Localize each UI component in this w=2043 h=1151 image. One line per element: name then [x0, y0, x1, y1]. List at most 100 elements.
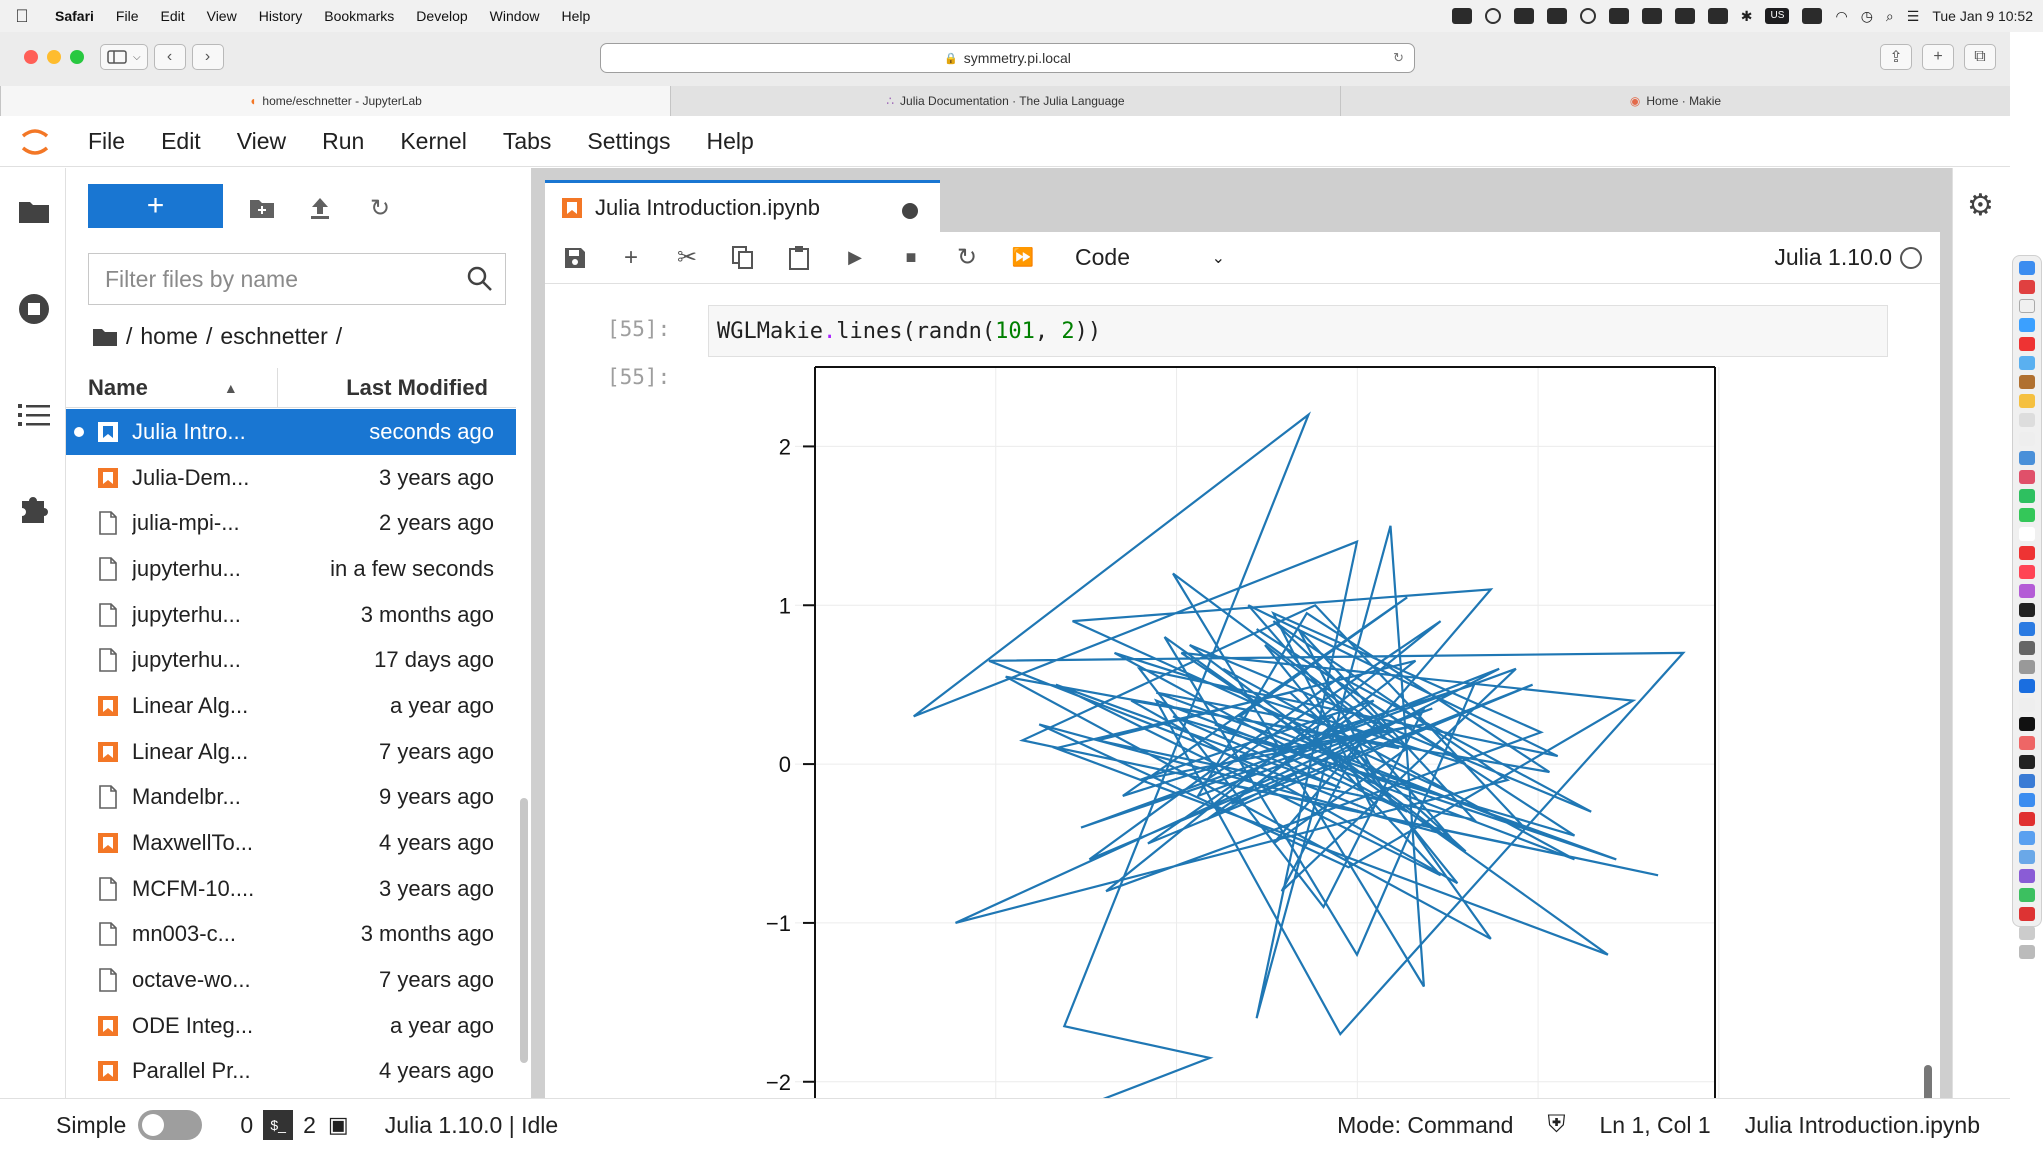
- menu-app-name[interactable]: Safari: [44, 8, 105, 24]
- copy-cell-button[interactable]: [715, 232, 771, 284]
- file-list-scrollbar[interactable]: [520, 798, 528, 1063]
- file-row[interactable]: Linear Alg... a year ago: [66, 683, 516, 729]
- file-row[interactable]: Julia-Dem... 3 years ago: [66, 455, 516, 501]
- column-name-header[interactable]: Name ▲: [66, 368, 278, 407]
- close-window-button[interactable]: [24, 50, 38, 64]
- makie-plot-output[interactable]: 2 1 0 −1 −2: [735, 365, 1735, 1098]
- dock-app-icon[interactable]: [2019, 622, 2035, 636]
- sleep-status-icon[interactable]: [1707, 8, 1728, 24]
- unsaved-indicator-icon[interactable]: [902, 203, 918, 219]
- finder-icon[interactable]: [2019, 261, 2035, 275]
- dock-app-icon[interactable]: [2019, 394, 2035, 408]
- code-cell-editor[interactable]: WGLMakie. lines(randn(101, 2)): [708, 305, 1888, 357]
- upload-button[interactable]: [306, 194, 334, 222]
- notes-status-icon[interactable]: [1546, 8, 1567, 24]
- file-row[interactable]: Parallel Pr... 4 years ago: [66, 1049, 516, 1095]
- breadcrumb-user[interactable]: eschnetter: [220, 323, 327, 350]
- sidebar-toggle-button[interactable]: ⌵: [100, 44, 148, 70]
- dock-app-icon[interactable]: [2019, 299, 2035, 313]
- dock-app-icon[interactable]: [2019, 679, 2035, 693]
- dock-app-icon[interactable]: [2019, 546, 2035, 560]
- file-row[interactable]: MaxwellTo... 4 years ago: [66, 820, 516, 866]
- dock-app-icon[interactable]: [2019, 451, 2035, 465]
- cell-type-select[interactable]: Code ⌄: [1075, 244, 1225, 271]
- jmenu-settings[interactable]: Settings: [569, 128, 688, 155]
- dock-app-icon[interactable]: [2019, 641, 2035, 655]
- control-center-icon[interactable]: ☰: [1907, 8, 1920, 25]
- dock-app-icon[interactable]: [2019, 907, 2035, 921]
- filter-files-field[interactable]: [88, 253, 506, 305]
- running-sessions-tab[interactable]: [17, 292, 51, 326]
- dock-app-icon[interactable]: [2019, 736, 2035, 750]
- dock-app-icon[interactable]: [2019, 508, 2035, 522]
- address-bar[interactable]: 🔒 symmetry.pi.local ↻: [600, 43, 1415, 73]
- new-launcher-button[interactable]: +: [88, 184, 223, 228]
- tab-overview-button[interactable]: ⧉: [1964, 44, 1996, 70]
- dock-app-icon[interactable]: [2019, 812, 2035, 826]
- new-tab-button[interactable]: +: [1922, 44, 1954, 70]
- dock-app-icon[interactable]: [2019, 470, 2035, 484]
- dock-app-icon[interactable]: [2019, 793, 2035, 807]
- dock-app-icon[interactable]: [2019, 280, 2035, 294]
- terminal-count[interactable]: 0: [240, 1112, 253, 1139]
- dock-app-icon[interactable]: [2019, 869, 2035, 883]
- jmenu-kernel[interactable]: Kernel: [382, 128, 484, 155]
- file-browser-tab[interactable]: [17, 194, 51, 228]
- kernel-name-button[interactable]: Julia 1.10.0: [1774, 244, 1892, 271]
- kernel-count[interactable]: 2: [303, 1112, 316, 1139]
- notebook-mode[interactable]: Mode: Command: [1337, 1112, 1513, 1139]
- dock-app-icon[interactable]: [2019, 698, 2035, 712]
- dock-app-icon[interactable]: [2019, 831, 2035, 845]
- dock-app-icon[interactable]: [2019, 489, 2035, 503]
- table-of-contents-tab[interactable]: [17, 398, 51, 432]
- menu-history[interactable]: History: [248, 8, 314, 24]
- dock-app-icon[interactable]: [2019, 603, 2035, 617]
- file-row[interactable]: julia-mpi-... 2 years ago: [66, 500, 516, 546]
- restart-run-all-button[interactable]: ⏩: [995, 232, 1051, 284]
- spotlight-icon[interactable]: ⌕: [1886, 8, 1894, 25]
- menu-develop[interactable]: Develop: [405, 8, 478, 24]
- save-button[interactable]: [547, 232, 603, 284]
- dock-app-icon[interactable]: [2019, 660, 2035, 674]
- minimize-window-button[interactable]: [47, 50, 61, 64]
- dock-app-icon[interactable]: [2019, 584, 2035, 598]
- jmenu-edit[interactable]: Edit: [143, 128, 219, 155]
- dock-app-icon[interactable]: [2019, 432, 2035, 446]
- jmenu-file[interactable]: File: [70, 128, 143, 155]
- jmenu-tabs[interactable]: Tabs: [485, 128, 570, 155]
- forward-button[interactable]: ›: [191, 44, 224, 70]
- reload-icon[interactable]: ↻: [1393, 50, 1404, 66]
- apple-menu-icon[interactable]: : [0, 6, 44, 27]
- zoom-window-button[interactable]: [70, 50, 84, 64]
- menu-file[interactable]: File: [105, 8, 150, 24]
- file-row[interactable]: jupyterhu... 3 months ago: [66, 592, 516, 638]
- trusted-shield-icon[interactable]: ⛨: [1547, 1111, 1565, 1139]
- windows-status-icon[interactable]: [1641, 8, 1662, 24]
- dock-app-icon[interactable]: [2019, 717, 2035, 731]
- file-row[interactable]: MCFM-10.... 3 years ago: [66, 866, 516, 912]
- input-source-icon[interactable]: US: [1765, 8, 1790, 24]
- wifi-icon[interactable]: ◠: [1835, 8, 1847, 25]
- file-row[interactable]: Mandelbr... 9 years ago: [66, 775, 516, 821]
- back-button[interactable]: ‹: [153, 44, 186, 70]
- jmenu-run[interactable]: Run: [304, 128, 382, 155]
- notebook-tab[interactable]: Julia Introduction.ipynb: [545, 180, 940, 232]
- filter-files-input[interactable]: [105, 265, 445, 293]
- menubar-clock[interactable]: Tue Jan 9 10:52: [1932, 8, 2033, 24]
- file-row[interactable]: Julia Intro... seconds ago: [66, 409, 516, 455]
- dropbox-icon[interactable]: [1451, 8, 1472, 24]
- status-app-icon[interactable]: [1484, 8, 1501, 24]
- dock-app-icon[interactable]: [2019, 774, 2035, 788]
- breadcrumb-root[interactable]: /: [126, 323, 132, 350]
- file-row[interactable]: octave-wo... 7 years ago: [66, 957, 516, 1003]
- dock-app-icon[interactable]: [2019, 337, 2035, 351]
- safari-tab-julia-docs[interactable]: ∴ Julia Documentation · The Julia Langua…: [670, 86, 1340, 116]
- property-inspector-tab[interactable]: ⚙: [1967, 188, 1994, 223]
- shield-status-icon[interactable]: [1513, 8, 1534, 24]
- menu-edit[interactable]: Edit: [149, 8, 195, 24]
- file-row[interactable]: jupyterhu... in a few seconds: [66, 546, 516, 592]
- restart-kernel-button[interactable]: ↻: [939, 232, 995, 284]
- column-modified-header[interactable]: Last Modified: [278, 368, 516, 407]
- display-status-icon[interactable]: [1674, 8, 1695, 24]
- line-chart[interactable]: 2 1 0 −1 −2: [735, 365, 1735, 1098]
